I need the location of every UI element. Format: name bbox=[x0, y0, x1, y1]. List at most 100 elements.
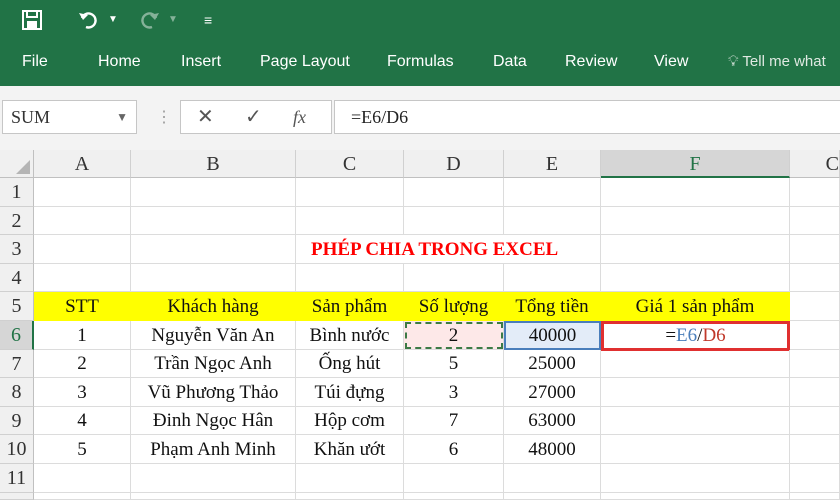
cell-a10[interactable]: 5 bbox=[34, 435, 131, 464]
column-header-a[interactable]: A bbox=[34, 150, 131, 178]
row-header-9[interactable]: 9 bbox=[0, 407, 34, 435]
cell-c6[interactable]: Bình nước bbox=[296, 321, 404, 350]
cell-a6[interactable]: 1 bbox=[34, 321, 131, 350]
row-header-2[interactable]: 2 bbox=[0, 207, 34, 235]
cell-a8[interactable]: 3 bbox=[34, 378, 131, 407]
tell-me-box[interactable]: 💡︎ Tell me what bbox=[728, 40, 826, 84]
cell-d9[interactable]: 7 bbox=[404, 407, 504, 435]
cell-g11[interactable] bbox=[790, 464, 840, 493]
cell-c8[interactable]: Túi đựng bbox=[296, 378, 404, 407]
cell-d4[interactable] bbox=[404, 264, 504, 292]
row-header-4[interactable]: 4 bbox=[0, 264, 34, 292]
row-header-6[interactable]: 6 bbox=[0, 321, 34, 350]
header-tong-tien[interactable]: Tổng tiền bbox=[504, 292, 601, 321]
cell-g6[interactable] bbox=[790, 321, 840, 350]
cell-c9[interactable]: Hộp cơm bbox=[296, 407, 404, 435]
insert-function-icon[interactable]: fx bbox=[293, 101, 306, 133]
cell-g1[interactable] bbox=[790, 178, 840, 207]
cell-e10[interactable]: 48000 bbox=[504, 435, 601, 464]
sheet-title[interactable]: PHÉP CHIA TRONG EXCEL bbox=[311, 235, 558, 264]
header-stt[interactable]: STT bbox=[34, 292, 131, 321]
name-box-dropdown-icon[interactable]: ▼ bbox=[116, 101, 128, 133]
row-header-1[interactable]: 1 bbox=[0, 178, 34, 207]
cell-c12[interactable] bbox=[296, 493, 404, 500]
cell-f1[interactable] bbox=[601, 178, 790, 207]
row-header-5[interactable]: 5 bbox=[0, 292, 34, 321]
cell-b7[interactable]: Trần Ngọc Anh bbox=[131, 350, 296, 378]
cell-e7[interactable]: 25000 bbox=[504, 350, 601, 378]
cell-b11[interactable] bbox=[131, 464, 296, 493]
select-all-button[interactable] bbox=[0, 150, 34, 178]
cell-a11[interactable] bbox=[34, 464, 131, 493]
enter-icon[interactable]: ✓ bbox=[245, 101, 262, 133]
cell-f3[interactable] bbox=[601, 235, 790, 264]
cell-f2[interactable] bbox=[601, 207, 790, 235]
header-gia-1-san-pham[interactable]: Giá 1 sản phẩm bbox=[601, 292, 790, 321]
column-header-g[interactable]: C bbox=[790, 150, 840, 178]
undo-dropdown-icon[interactable]: ▼ bbox=[108, 0, 118, 40]
cell-a7[interactable]: 2 bbox=[34, 350, 131, 378]
cell-b1[interactable] bbox=[131, 178, 296, 207]
row-header-3[interactable]: 3 bbox=[0, 235, 34, 264]
cell-d11[interactable] bbox=[404, 464, 504, 493]
cell-d2[interactable] bbox=[404, 207, 504, 235]
cell-b4[interactable] bbox=[131, 264, 296, 292]
cell-g12[interactable] bbox=[790, 493, 840, 500]
cell-g5[interactable] bbox=[790, 292, 840, 321]
cell-d12[interactable] bbox=[404, 493, 504, 500]
tab-file[interactable]: File bbox=[22, 40, 48, 84]
cell-b10[interactable]: Phạm Anh Minh bbox=[131, 435, 296, 464]
cell-c1[interactable] bbox=[296, 178, 404, 207]
cell-a3[interactable] bbox=[34, 235, 131, 264]
column-header-e[interactable]: E bbox=[504, 150, 601, 178]
cell-g8[interactable] bbox=[790, 378, 840, 407]
cell-f7[interactable] bbox=[601, 350, 790, 378]
cell-g10[interactable] bbox=[790, 435, 840, 464]
cell-g9[interactable] bbox=[790, 407, 840, 435]
cell-a9[interactable]: 4 bbox=[34, 407, 131, 435]
header-san-pham[interactable]: Sản phẩm bbox=[296, 292, 404, 321]
cell-f4[interactable] bbox=[601, 264, 790, 292]
tab-page-layout[interactable]: Page Layout bbox=[260, 40, 350, 84]
tab-data[interactable]: Data bbox=[493, 40, 527, 84]
cell-b8[interactable]: Vũ Phương Thảo bbox=[131, 378, 296, 407]
cell-c2[interactable] bbox=[296, 207, 404, 235]
cell-g2[interactable] bbox=[790, 207, 840, 235]
customize-qat-icon[interactable]: ≡ bbox=[204, 0, 212, 40]
cell-a1[interactable] bbox=[34, 178, 131, 207]
cell-c4[interactable] bbox=[296, 264, 404, 292]
row-header-10[interactable]: 10 bbox=[0, 435, 34, 464]
cell-a4[interactable] bbox=[34, 264, 131, 292]
cell-b3[interactable] bbox=[131, 235, 296, 264]
cell-f9[interactable] bbox=[601, 407, 790, 435]
redo-icon[interactable] bbox=[138, 0, 160, 44]
cell-f12[interactable] bbox=[601, 493, 790, 500]
cell-c11[interactable] bbox=[296, 464, 404, 493]
cell-d10[interactable]: 6 bbox=[404, 435, 504, 464]
row-header-8[interactable]: 8 bbox=[0, 378, 34, 407]
cell-f8[interactable] bbox=[601, 378, 790, 407]
cell-e6-reference[interactable]: 40000 bbox=[504, 321, 601, 350]
cell-e9[interactable]: 63000 bbox=[504, 407, 601, 435]
formula-bar-splitter[interactable]: ⋮ bbox=[156, 104, 172, 132]
cell-d7[interactable]: 5 bbox=[404, 350, 504, 378]
row-header-11[interactable]: 11 bbox=[0, 464, 34, 493]
column-header-f[interactable]: F bbox=[601, 150, 790, 178]
name-box[interactable]: SUM ▼ bbox=[2, 100, 137, 134]
cell-a12[interactable] bbox=[34, 493, 131, 500]
cell-e4[interactable] bbox=[504, 264, 601, 292]
redo-dropdown-icon[interactable]: ▼ bbox=[168, 0, 178, 40]
cell-f10[interactable] bbox=[601, 435, 790, 464]
tab-formulas[interactable]: Formulas bbox=[387, 40, 454, 84]
cell-g7[interactable] bbox=[790, 350, 840, 378]
cell-b2[interactable] bbox=[131, 207, 296, 235]
cell-e1[interactable] bbox=[504, 178, 601, 207]
tab-insert[interactable]: Insert bbox=[181, 40, 221, 84]
cell-d6-reference[interactable]: 2 bbox=[404, 321, 504, 350]
cell-b9[interactable]: Đinh Ngọc Hân bbox=[131, 407, 296, 435]
row-header-12[interactable] bbox=[0, 493, 34, 500]
tab-review[interactable]: Review bbox=[565, 40, 617, 84]
header-khach-hang[interactable]: Khách hàng bbox=[131, 292, 296, 321]
tab-home[interactable]: Home bbox=[98, 40, 141, 84]
active-cell-f6[interactable]: =E6/D6 bbox=[601, 321, 790, 351]
